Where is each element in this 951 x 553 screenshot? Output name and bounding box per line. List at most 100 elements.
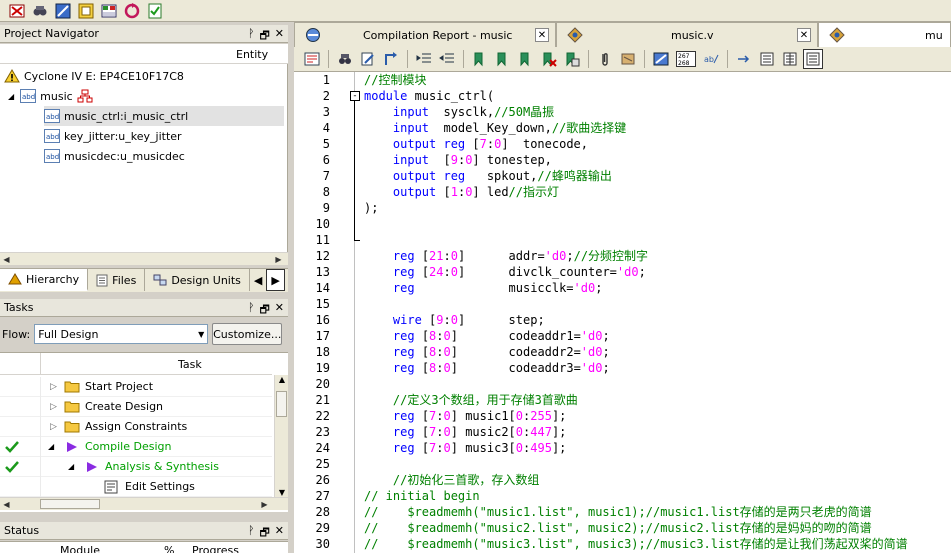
instance-row[interactable]: abd music_ctrl:i_music_ctrl	[44, 106, 284, 126]
scroll-down-icon[interactable]: ▼	[276, 488, 288, 497]
attach-icon[interactable]	[595, 49, 615, 69]
tab-hierarchy[interactable]: Hierarchy	[0, 269, 89, 291]
comment-icon[interactable]	[618, 49, 638, 69]
collapse-arrow-icon[interactable]: ◢	[8, 92, 14, 101]
code-line[interactable]: 19 reg [8:0] codeaddr3='d0;	[294, 360, 951, 376]
task-row[interactable]: ◢ Analysis & Synthesis	[0, 457, 272, 477]
indent-icon[interactable]	[414, 49, 434, 69]
chip-planner-icon[interactable]	[52, 1, 73, 20]
code-line[interactable]: 13 reg [24:0] divclk_counter='d0;	[294, 264, 951, 280]
code-line[interactable]: 28 // $readmemh("music1.list", music1);//…	[294, 504, 951, 520]
bookmark-prev-icon[interactable]	[470, 49, 490, 69]
task-row[interactable]: ▷ Create Design	[0, 397, 272, 417]
code-line[interactable]: 14 reg musicclk='d0;	[294, 280, 951, 296]
navigator-horizontal-scrollbar[interactable]: ◀ ▶	[0, 252, 288, 265]
scroll-thumb[interactable]	[276, 391, 287, 417]
close-tab-icon[interactable]: ✕	[535, 28, 549, 42]
insert-template-icon[interactable]	[651, 49, 671, 69]
instance-row[interactable]: abd musicdec:u_musicdec	[44, 146, 185, 166]
code-line[interactable]: 27 // initial begin	[294, 488, 951, 504]
page-view-icon[interactable]	[803, 49, 823, 69]
task-row[interactable]: ▷ Assign Constraints	[0, 417, 272, 437]
task-row[interactable]: Edit Settings	[0, 477, 272, 497]
code-line[interactable]: 15	[294, 296, 951, 312]
code-line[interactable]: 12 reg [21:0] addr='d0;//分频控制字	[294, 248, 951, 264]
collapse-arrow-icon[interactable]: ◢	[48, 442, 54, 451]
restore-icon[interactable]: 🗗	[259, 301, 269, 320]
scroll-right-icon[interactable]: ▶	[272, 253, 285, 266]
tasks-vertical-scrollbar[interactable]: ▲ ▼	[274, 375, 288, 497]
line-numbers-icon[interactable]: 267 268	[674, 49, 698, 69]
code-line[interactable]: 3 input sysclk,//50M晶振	[294, 104, 951, 120]
show-hierarchy-icon[interactable]	[302, 49, 322, 69]
expand-arrow-icon[interactable]: ▷	[50, 402, 57, 412]
code-line[interactable]: 18 reg [8:0] codeaddr2='d0;	[294, 344, 951, 360]
page-icon[interactable]	[757, 49, 777, 69]
bookmark-next-icon[interactable]	[493, 49, 513, 69]
bookmark-toggle-icon[interactable]	[516, 49, 536, 69]
code-line[interactable]: 24 reg [7:0] music3[0:495];	[294, 440, 951, 456]
netlist-navigator-icon[interactable]	[29, 1, 50, 20]
scroll-up-icon[interactable]: ▲	[276, 375, 288, 384]
collapse-arrow-icon[interactable]: ◢	[68, 462, 74, 471]
tab-design-units[interactable]: Design Units	[145, 269, 250, 291]
pin-planner-icon[interactable]	[75, 1, 96, 20]
goto-line-icon[interactable]	[381, 49, 401, 69]
tabs-scroll-left-icon[interactable]: ◀	[250, 269, 266, 291]
top-module-row[interactable]: ◢ abd music	[8, 86, 97, 106]
code-line[interactable]: 9);	[294, 200, 951, 216]
tab-compilation-report[interactable]: Compilation Report - music ✕	[294, 22, 556, 47]
fold-toggle-icon[interactable]: -	[350, 91, 360, 101]
code-line[interactable]: 17 reg [8:0] codeaddr1='d0;	[294, 328, 951, 344]
device-row[interactable]: Cyclone IV E: EP4CE10F17C8	[4, 66, 184, 86]
code-line[interactable]: 29 // $readmemh("music2.list", music2);//…	[294, 520, 951, 536]
code-line[interactable]: 7 output reg spkout,//蜂鸣器输出	[294, 168, 951, 184]
code-line[interactable]: 26 //初始化三首歌，存入数组	[294, 472, 951, 488]
close-icon[interactable]: ✕	[275, 301, 284, 320]
task-row[interactable]: ◢ Compile Design	[0, 437, 272, 457]
checklist-icon[interactable]	[144, 1, 165, 20]
code-line[interactable]: 25	[294, 456, 951, 472]
bookmark-clear-icon[interactable]	[539, 49, 559, 69]
scroll-thumb[interactable]	[40, 499, 100, 509]
refresh-icon[interactable]	[121, 1, 142, 20]
find-next-icon[interactable]	[358, 49, 378, 69]
code-line[interactable]: 5 output reg [7:0] tonecode,	[294, 136, 951, 152]
expand-arrow-icon[interactable]: ▷	[50, 382, 57, 392]
customize-button[interactable]: Customize...	[212, 323, 283, 345]
scroll-left-icon[interactable]: ◀	[0, 253, 13, 266]
code-editor[interactable]: 1//控制模块 2- module music_ctrl(3 input syscl…	[294, 72, 951, 553]
code-line[interactable]: 1 //控制模块	[294, 72, 951, 88]
tab-files[interactable]: Files	[88, 269, 146, 291]
expand-arrow-icon[interactable]: ▷	[50, 422, 57, 432]
unindent-icon[interactable]	[437, 49, 457, 69]
task-row[interactable]: ▷ Start Project	[0, 377, 272, 397]
code-line[interactable]: 30 // $readmemh("music3.list", music3);//…	[294, 536, 951, 552]
code-line[interactable]: 23 reg [7:0] music2[0:447];	[294, 424, 951, 440]
code-line[interactable]: 16 wire [9:0] step;	[294, 312, 951, 328]
code-line[interactable]: 11	[294, 232, 951, 248]
assignment-editor-icon[interactable]	[98, 1, 119, 20]
code-line[interactable]: 10	[294, 216, 951, 232]
arrow-right-icon[interactable]	[734, 49, 754, 69]
flow-select[interactable]: Full Design ▼	[34, 324, 209, 344]
code-line[interactable]: 6 input [9:0] tonestep,	[294, 152, 951, 168]
code-line[interactable]: 21 //定义3个数组，用于存储3首歌曲	[294, 392, 951, 408]
code-line[interactable]: 4 input model_Key_down,//歌曲选择键	[294, 120, 951, 136]
scroll-left-icon[interactable]: ◀	[0, 498, 13, 511]
spell-check-icon[interactable]: ab	[701, 49, 721, 69]
tab-active-file[interactable]: mu	[818, 22, 951, 47]
pin-icon[interactable]: ᚹ	[248, 301, 255, 320]
instance-row[interactable]: abd key_jitter:u_key_jitter	[44, 126, 182, 146]
tab-music-v[interactable]: music.v ✕	[556, 22, 818, 47]
rtl-viewer-icon[interactable]	[6, 1, 27, 20]
code-line[interactable]: 22 reg [7:0] music1[0:255];	[294, 408, 951, 424]
code-line[interactable]: 8 output [1:0] led//指示灯	[294, 184, 951, 200]
tabs-scroll-right-icon[interactable]: ▶	[266, 269, 285, 291]
code-line[interactable]: 20	[294, 376, 951, 392]
page-split-icon[interactable]	[780, 49, 800, 69]
close-tab-icon[interactable]: ✕	[797, 28, 811, 42]
find-icon[interactable]	[335, 49, 355, 69]
scroll-right-icon[interactable]: ▶	[258, 498, 271, 511]
code-line[interactable]: 2 - module music_ctrl(	[294, 88, 951, 104]
